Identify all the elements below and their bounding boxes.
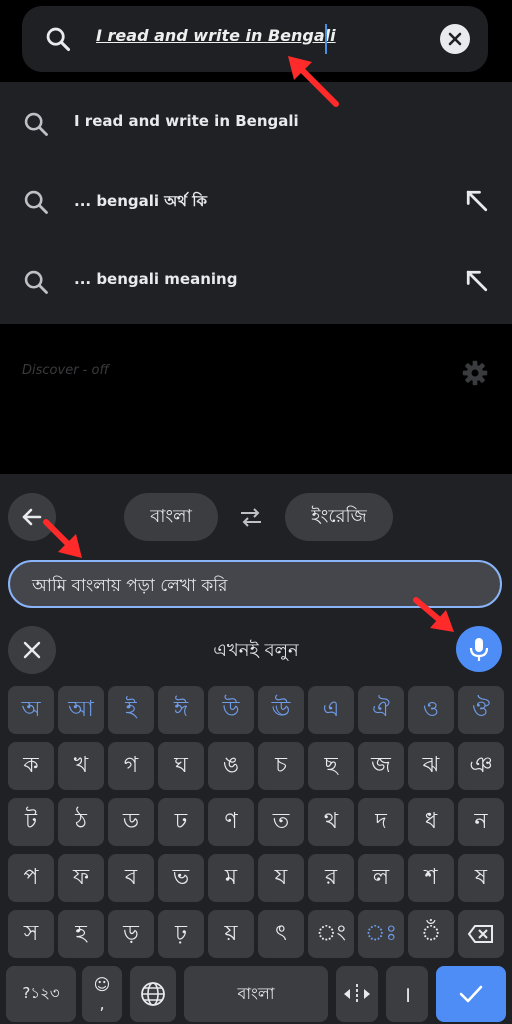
globe-icon [141, 982, 165, 1006]
close-icon [448, 32, 462, 46]
key[interactable]: থ [308, 798, 354, 846]
key[interactable]: ছ [308, 742, 354, 790]
text-cursor [325, 24, 327, 54]
key[interactable]: ড [108, 798, 154, 846]
fill-query-arrow-icon[interactable] [462, 266, 492, 296]
check-icon [459, 985, 483, 1003]
space-key[interactable]: বাংলা [184, 966, 328, 1022]
language-key[interactable] [130, 966, 176, 1022]
annotation-arrow-icon [288, 56, 339, 107]
search-icon [24, 112, 48, 136]
key[interactable]: ষ [458, 854, 504, 902]
target-language-button[interactable]: ইংরেজি [285, 493, 393, 541]
key[interactable]: উ [208, 686, 254, 734]
key[interactable]: জ [358, 742, 404, 790]
key[interactable]: ব [108, 854, 154, 902]
suggestion-item[interactable]: ... bengali meaning [0, 242, 512, 322]
key[interactable]: ঘ [158, 742, 204, 790]
key[interactable]: ঃ [358, 910, 404, 958]
search-icon [24, 190, 48, 214]
annotation-arrow-icon [413, 597, 454, 632]
key[interactable]: ঊ [258, 686, 304, 734]
key[interactable]: ধ [408, 798, 454, 846]
key[interactable]: প [8, 854, 54, 902]
key[interactable]: ঢ [158, 798, 204, 846]
suggestion-item[interactable]: I read and write in Bengali [0, 84, 512, 164]
suggestion-item[interactable]: ... bengali অর্থ কি [0, 162, 512, 242]
suggestions-panel: I read and write in Bengali ... bengali … [0, 82, 512, 324]
key[interactable]: ং [308, 910, 354, 958]
key[interactable]: খ [58, 742, 104, 790]
key[interactable]: ঙ [208, 742, 254, 790]
key[interactable]: আ [58, 686, 104, 734]
search-bar[interactable]: I read and write in Bengali [22, 6, 488, 72]
emoji-key[interactable]: ☺ , [82, 966, 122, 1022]
swap-languages-icon[interactable] [236, 503, 266, 531]
symbols-key[interactable]: ?১২৩ [6, 966, 76, 1022]
key[interactable]: র [308, 854, 354, 902]
suggestion-label: I read and write in Bengali [74, 112, 299, 130]
key[interactable]: ঞ [458, 742, 504, 790]
emoji-icon: ☺ [93, 975, 111, 994]
key[interactable]: হ [58, 910, 104, 958]
key[interactable]: ট [8, 798, 54, 846]
discover-status-label: Discover - off [22, 363, 109, 378]
suggestion-label: ... bengali অর্থ কি [74, 192, 207, 210]
source-language-button[interactable]: বাংলা [124, 493, 218, 541]
key[interactable]: ই [108, 686, 154, 734]
backspace-key[interactable] [458, 910, 504, 958]
key[interactable]: ঔ [458, 686, 504, 734]
annotation-arrow-icon [43, 519, 82, 558]
key[interactable]: ঐ [358, 686, 404, 734]
key[interactable]: অ [8, 686, 54, 734]
microphone-button[interactable] [456, 626, 502, 672]
key[interactable]: ণ [208, 798, 254, 846]
key[interactable]: ঈ [158, 686, 204, 734]
key[interactable]: ঠ [58, 798, 104, 846]
key[interactable]: ঁ [408, 910, 454, 958]
key[interactable]: গ [108, 742, 154, 790]
enter-key[interactable] [436, 966, 506, 1022]
suggestion-label: ... bengali meaning [74, 270, 238, 288]
comma-label: , [99, 994, 105, 1013]
period-key[interactable]: । [386, 966, 428, 1022]
key[interactable]: ফ [58, 854, 104, 902]
search-icon [46, 27, 71, 52]
key[interactable]: শ [408, 854, 454, 902]
key[interactable]: ন [458, 798, 504, 846]
key[interactable]: ল [358, 854, 404, 902]
backspace-icon [467, 925, 493, 943]
key[interactable]: ড় [108, 910, 154, 958]
cursor-move-icon [344, 984, 370, 1004]
key[interactable]: চ [258, 742, 304, 790]
clear-search-button[interactable] [440, 24, 470, 54]
search-query-text[interactable]: I read and write in Bengali [96, 26, 336, 45]
gear-icon[interactable] [461, 359, 489, 387]
key[interactable]: দ [358, 798, 404, 846]
translate-input-text[interactable]: আমি বাংলায় পড়া লেখা করি [32, 573, 227, 601]
key[interactable]: ক [8, 742, 54, 790]
key[interactable]: ভ [158, 854, 204, 902]
key[interactable]: ঝ [408, 742, 454, 790]
search-icon [24, 270, 48, 294]
key[interactable]: ৎ [258, 910, 304, 958]
cursor-control-key[interactable] [336, 966, 378, 1022]
key[interactable]: স [8, 910, 54, 958]
key[interactable]: ঢ় [158, 910, 204, 958]
key[interactable]: য [258, 854, 304, 902]
key[interactable]: ত [258, 798, 304, 846]
key[interactable]: এ [308, 686, 354, 734]
key[interactable]: ও [408, 686, 454, 734]
microphone-icon [469, 638, 489, 661]
key[interactable]: ম [208, 854, 254, 902]
speak-now-prompt: এখনই বলুন [213, 640, 299, 661]
key[interactable]: য় [208, 910, 254, 958]
fill-query-arrow-icon[interactable] [462, 186, 492, 216]
